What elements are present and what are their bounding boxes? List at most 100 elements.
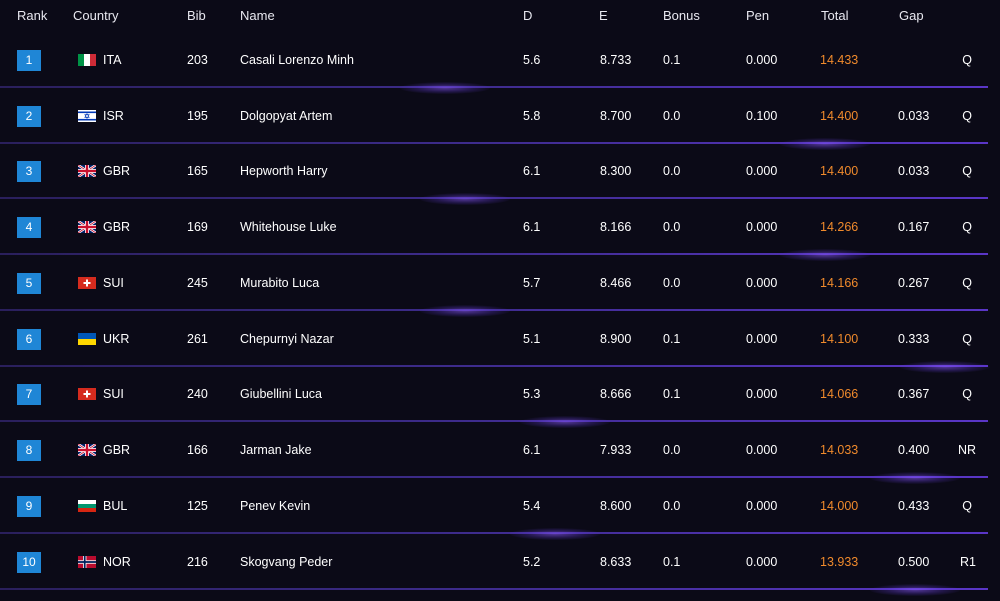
header-e[interactable]: E (599, 8, 608, 23)
cell-gap: 0.167 (898, 220, 930, 234)
cell-total: 14.000 (820, 499, 859, 513)
results-table: Rank Country Bib Name D E Bonus Pen Tota… (0, 0, 1000, 601)
header-total[interactable]: Total (821, 8, 848, 23)
cell-penalty: 0.000 (746, 276, 778, 290)
cell-e-score: 8.300 (600, 164, 632, 178)
cell-bonus: 0.0 (663, 276, 681, 290)
bulgaria-flag-icon (78, 500, 96, 512)
cell-gap: 0.433 (898, 499, 930, 513)
cell-bib: 169 (187, 220, 208, 234)
table-row[interactable]: 3 GBR 165 Hepworth Harry 6.1 8.300 0.0 0.000 14.… (0, 143, 1000, 205)
rank-badge: 9 (17, 496, 41, 517)
cell-d-score: 6.1 (523, 220, 541, 234)
cell-d-score: 5.6 (523, 53, 541, 67)
cell-d-score: 6.1 (523, 443, 541, 457)
table-row[interactable]: 5 SUI 245 Murabito Luca 5.7 8.466 0.0 0.000 14.1… (0, 255, 1000, 317)
athlete-name: Hepworth Harry (240, 164, 328, 178)
uk-flag-icon (78, 165, 96, 177)
cell-penalty: 0.000 (746, 499, 778, 513)
rank-badge: 4 (17, 217, 41, 238)
uk-flag-icon (78, 221, 96, 233)
cell-d-score: 5.7 (523, 276, 541, 290)
cell-d-score: 5.3 (523, 387, 541, 401)
rank-badge: 3 (17, 161, 41, 182)
rank-badge: 5 (17, 273, 41, 294)
cell-gap: 0.367 (898, 387, 930, 401)
rank-badge: 10 (17, 552, 41, 573)
cell-bonus: 0.1 (663, 53, 681, 67)
cell-total: 14.033 (820, 443, 859, 457)
switzerland-flag-icon (78, 277, 96, 289)
cell-penalty: 0.000 (746, 443, 778, 457)
qualification-status: Q (962, 499, 972, 513)
athlete-name: Casali Lorenzo Minh (240, 53, 354, 67)
cell-total: 14.066 (820, 387, 859, 401)
cell-bib: 240 (187, 387, 208, 401)
header-bonus[interactable]: Bonus (663, 8, 700, 23)
table-header: Rank Country Bib Name D E Bonus Pen Tota… (0, 0, 1000, 30)
divider-glow (870, 584, 960, 596)
table-row[interactable]: 8 GBR 166 Jarman Jake 6.1 7.933 0.0 0.000 14.033… (0, 422, 1000, 484)
cell-total: 14.266 (820, 220, 859, 234)
cell-penalty: 0.000 (746, 555, 778, 569)
athlete-name: Dolgopyat Artem (240, 109, 333, 123)
cell-total: 14.433 (820, 53, 859, 67)
norway-flag-icon (78, 556, 96, 568)
country-code: ISR (103, 109, 124, 123)
qualification-status: NR (957, 443, 976, 457)
table-row[interactable]: 10 NOR 216 Skogvang Peder 5.2 8.633 0.1 0.000 13… (0, 534, 1000, 596)
header-gap[interactable]: Gap (899, 8, 924, 23)
italy-flag-icon (78, 54, 96, 66)
header-rank[interactable]: Rank (17, 8, 47, 23)
cell-gap: 0.400 (898, 443, 930, 457)
cell-penalty: 0.000 (746, 332, 778, 346)
table-row[interactable]: 2 ISR 195 Dolgopyat Artem 5.8 8.700 0.0 0.100 14… (0, 88, 1000, 150)
cell-penalty: 0.000 (746, 53, 778, 67)
table-row[interactable]: 9 BUL 125 Penev Kevin 5.4 8.600 0.0 0.000 14.000… (0, 478, 1000, 540)
cell-d-score: 6.1 (523, 164, 541, 178)
cell-penalty: 0.000 (746, 387, 778, 401)
cell-gap: 0.267 (898, 276, 930, 290)
qualification-status: Q (962, 276, 972, 290)
cell-bonus: 0.0 (663, 443, 681, 457)
header-d[interactable]: D (523, 8, 532, 23)
cell-penalty: 0.100 (746, 109, 778, 123)
cell-e-score: 8.166 (600, 220, 632, 234)
country-code: NOR (103, 555, 131, 569)
table-row[interactable]: 7 SUI 240 Giubellini Luca 5.3 8.666 0.1 0.000 14… (0, 366, 1000, 428)
country-code: SUI (103, 276, 124, 290)
table-row[interactable]: 4 GBR 169 Whitehouse Luke 6.1 8.166 0.0 0.000 14… (0, 199, 1000, 261)
header-name[interactable]: Name (240, 8, 275, 23)
athlete-name: Penev Kevin (240, 499, 311, 513)
header-pen[interactable]: Pen (746, 8, 769, 23)
header-country[interactable]: Country (73, 8, 119, 23)
cell-total: 13.933 (820, 555, 859, 569)
cell-total: 14.400 (820, 164, 859, 178)
athlete-name: Chepurnyi Nazar (240, 332, 334, 346)
country-code: BUL (103, 499, 128, 513)
cell-bonus: 0.0 (663, 220, 681, 234)
cell-bonus: 0.1 (663, 332, 681, 346)
table-row[interactable]: 6 UKR 261 Chepurnyi Nazar 5.1 8.900 0.1 0.000 14… (0, 311, 1000, 373)
row-divider (0, 588, 988, 590)
cell-bib: 245 (187, 276, 208, 290)
table-row[interactable]: 1 ITA 203 Casali Lorenzo Minh 5.6 8.733 0.1 0.0… (0, 32, 1000, 94)
cell-bonus: 0.0 (663, 499, 681, 513)
cell-bonus: 0.1 (663, 555, 681, 569)
rank-badge: 1 (17, 50, 41, 71)
cell-e-score: 8.666 (600, 387, 632, 401)
qualification-status: Q (962, 332, 972, 346)
ukraine-flag-icon (78, 333, 96, 345)
rank-badge: 8 (17, 440, 41, 461)
athlete-name: Murabito Luca (240, 276, 320, 290)
cell-bonus: 0.1 (663, 387, 681, 401)
athlete-name: Whitehouse Luke (240, 220, 337, 234)
header-bib[interactable]: Bib (187, 8, 206, 23)
qualification-status: Q (962, 164, 972, 178)
cell-bib: 165 (187, 164, 208, 178)
country-code: SUI (103, 387, 124, 401)
country-code: GBR (103, 220, 131, 234)
cell-gap: 0.033 (898, 164, 930, 178)
country-code: ITA (103, 53, 122, 67)
cell-bib: 166 (187, 443, 208, 457)
